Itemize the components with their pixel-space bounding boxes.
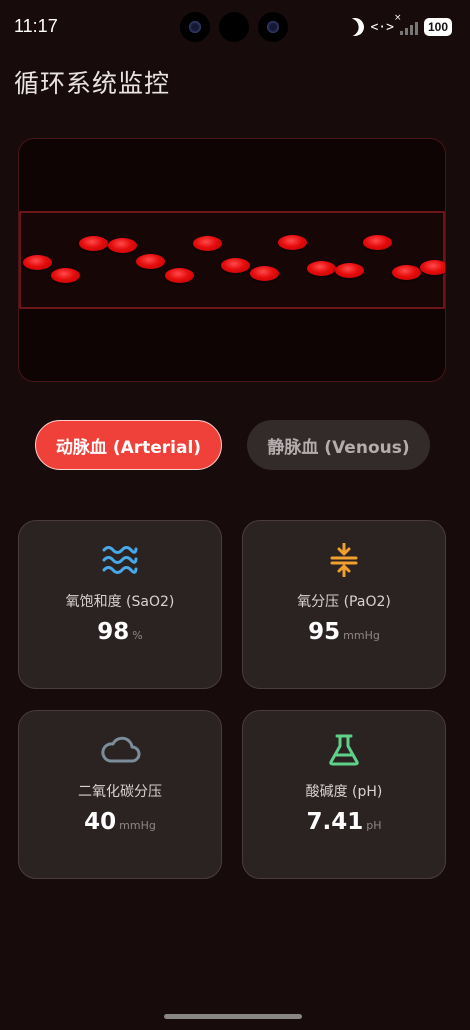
red-blood-cell: [307, 261, 336, 276]
code-icon: <·>: [370, 19, 394, 35]
moon-icon: [344, 15, 368, 39]
metric-unit: mmHg: [119, 819, 156, 832]
red-blood-cell: [363, 235, 392, 250]
red-blood-cell: [420, 260, 445, 275]
battery-icon: 100: [423, 18, 452, 36]
metric-card-pao2: 氧分压 (PaO2) 95 mmHg: [242, 520, 446, 689]
metric-number: 98: [97, 619, 130, 645]
red-blood-cell: [23, 255, 52, 270]
metric-value: 98%: [19, 619, 221, 645]
status-icons: <·> × 100: [344, 13, 452, 39]
red-blood-cell: [193, 236, 222, 251]
arterial-button[interactable]: 动脉血 (Arterial): [35, 420, 222, 470]
metric-number: 95: [308, 619, 341, 645]
metric-number: 7.41: [306, 809, 364, 835]
camera-lens-icon: [258, 12, 288, 42]
compress-icon: [243, 543, 445, 577]
home-indicator[interactable]: [164, 1014, 302, 1019]
metric-value: 95 mmHg: [243, 619, 445, 645]
app-screen: 11:17 <·> × 100 循环系统监控 动脉血 (Arterial) 静脉…: [0, 0, 470, 1030]
metric-label: 酸碱度 (pH): [305, 784, 383, 800]
metric-card-sao2: 氧饱和度 (SaO2) 98%: [18, 520, 222, 689]
camera-lens-icon: [180, 12, 210, 42]
red-blood-cell: [250, 266, 279, 281]
red-blood-cell: [335, 263, 364, 278]
metric-unit: pH: [366, 819, 382, 832]
status-time: 11:17: [14, 16, 58, 36]
flask-icon: [243, 733, 445, 767]
metric-unit: mmHg: [343, 629, 380, 642]
metric-card-paco2: 二氧化碳分压 40 mmHg: [18, 710, 222, 879]
metric-label: 氧饱和度 (SaO2): [65, 594, 175, 610]
red-blood-cell: [392, 265, 421, 280]
status-bar: 11:17 <·> × 100: [0, 0, 470, 56]
red-blood-cell: [136, 254, 165, 269]
red-blood-cell: [108, 238, 137, 253]
camera-cutout: [180, 12, 288, 42]
camera-hole: [219, 12, 249, 42]
red-blood-cell: [278, 235, 307, 250]
red-blood-cell: [165, 268, 194, 283]
red-blood-cell: [221, 258, 250, 273]
waves-icon: [19, 543, 221, 577]
signal-icon: ×: [394, 13, 418, 35]
metric-value: 40 mmHg: [19, 809, 221, 835]
blood-vessel: [19, 211, 445, 309]
venous-button[interactable]: 静脉血 (Venous): [247, 420, 430, 470]
blood-flow-animation: [18, 138, 446, 382]
metric-value: 7.41 pH: [243, 809, 445, 835]
metric-unit: %: [132, 629, 143, 642]
red-blood-cell: [51, 268, 80, 283]
page-title: 循环系统监控: [14, 69, 171, 98]
metric-number: 40: [84, 809, 117, 835]
metric-card-ph: 酸碱度 (pH) 7.41 pH: [242, 710, 446, 879]
red-blood-cell: [79, 236, 108, 251]
metric-label: 氧分压 (PaO2): [297, 594, 391, 610]
cloud-icon: [19, 733, 221, 767]
metric-label: 二氧化碳分压: [78, 784, 162, 800]
